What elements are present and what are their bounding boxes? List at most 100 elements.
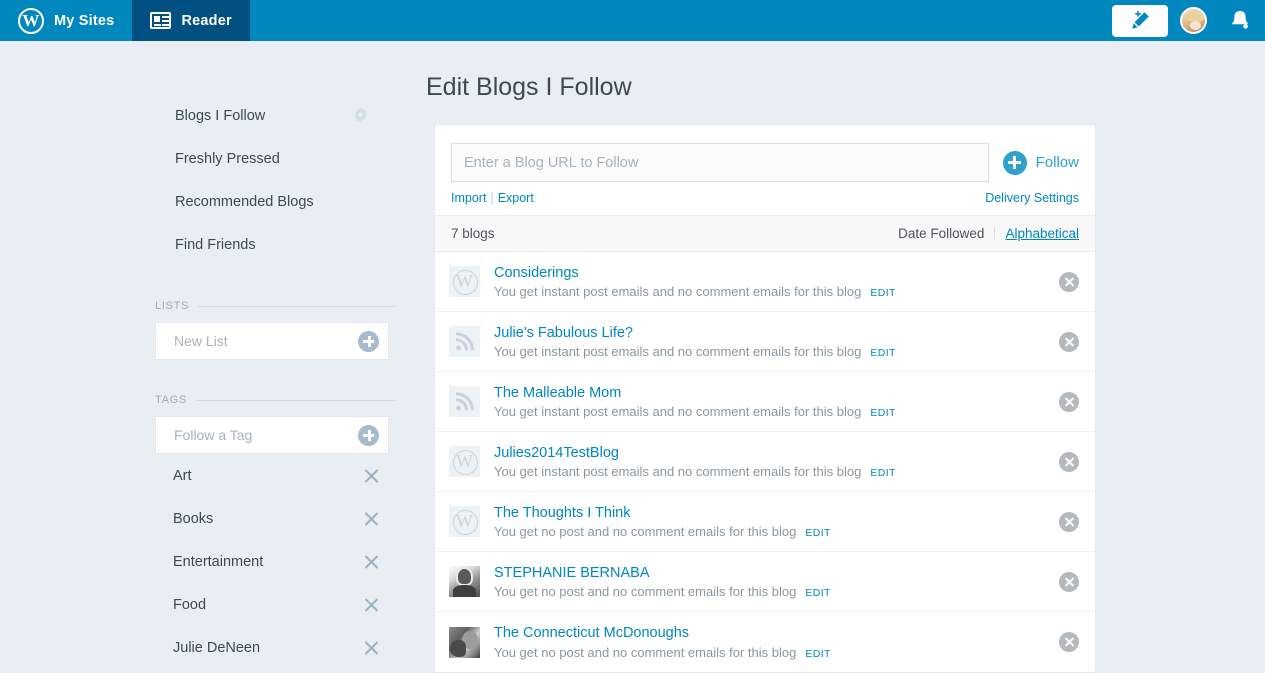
sidebar-item-label: Blogs I Follow <box>175 107 266 124</box>
pencil-plus-icon <box>1128 9 1152 33</box>
edit-link[interactable]: EDIT <box>805 648 831 660</box>
masterbar-item-my-sites[interactable]: My Sites <box>0 0 132 41</box>
sort-options: Date Followed Alphabetical <box>898 226 1079 241</box>
add-list-button[interactable] <box>358 330 379 352</box>
close-circle-icon[interactable] <box>1059 331 1079 352</box>
blog-subline: You get no post and no comment emails fo… <box>494 584 1059 599</box>
blog-url-input[interactable] <box>451 143 989 182</box>
tag-label: Entertainment <box>173 553 264 570</box>
main-content: Edit Blogs I Follow Follow Import | Expo… <box>420 41 1120 673</box>
blogs-card: Follow Import | Export Delivery Settings… <box>434 124 1096 673</box>
follow-form: Follow Import | Export Delivery Settings <box>435 125 1095 215</box>
rss-feed-icon <box>449 326 480 357</box>
table-row: STEPHANIE BERNABA You get no post and no… <box>435 552 1095 612</box>
close-circle-icon[interactable] <box>1059 632 1079 652</box>
edit-link[interactable]: EDIT <box>805 527 831 539</box>
blog-name-link[interactable]: STEPHANIE BERNABA <box>494 564 1059 584</box>
sidebar-nav: Blogs I Follow Freshly Pressed Recommend… <box>155 94 395 266</box>
blog-description: You get no post and no comment emails fo… <box>494 644 797 660</box>
close-x-icon[interactable] <box>363 553 380 570</box>
sort-date-followed[interactable]: Date Followed <box>898 226 984 241</box>
close-circle-icon[interactable] <box>1059 511 1079 532</box>
list-item[interactable]: Books <box>155 497 389 540</box>
close-x-icon[interactable] <box>363 510 380 527</box>
lists-section-header: LISTS <box>155 300 395 312</box>
sort-bar: 7 blogs Date Followed Alphabetical <box>435 215 1095 252</box>
new-post-button[interactable] <box>1112 4 1168 37</box>
blog-list: Considerings You get instant post emails… <box>435 252 1095 672</box>
import-export-links: Import | Export <box>451 191 534 205</box>
blog-name-link[interactable]: The Connecticut McDonoughs <box>494 624 1059 644</box>
sidebar-item-recommended-blogs[interactable]: Recommended Blogs <box>155 180 395 223</box>
follow-tag-field[interactable]: Follow a Tag <box>155 416 389 454</box>
follow-tag-placeholder: Follow a Tag <box>174 427 253 443</box>
follow-input-row: Follow <box>451 143 1079 182</box>
blog-info: The Malleable Mom You get instant post e… <box>494 384 1059 420</box>
blog-name-link[interactable]: The Malleable Mom <box>494 384 1059 404</box>
close-circle-icon[interactable] <box>1059 391 1079 412</box>
close-circle-icon[interactable] <box>1059 571 1079 592</box>
edit-link[interactable]: EDIT <box>870 467 896 479</box>
new-list-field[interactable]: New List <box>155 322 389 360</box>
edit-link[interactable]: EDIT <box>870 407 896 419</box>
sidebar-item-freshly-pressed[interactable]: Freshly Pressed <box>155 137 395 180</box>
rss-feed-icon <box>449 386 480 417</box>
sidebar-item-find-friends[interactable]: Find Friends <box>155 223 395 266</box>
blog-description: You get instant post emails and no comme… <box>494 404 862 420</box>
masterbar: My Sites Reader <box>0 0 1265 41</box>
gear-icon[interactable] <box>352 107 369 124</box>
page-body: Blogs I Follow Freshly Pressed Recommend… <box>0 41 1265 673</box>
close-x-icon[interactable] <box>363 467 380 484</box>
list-item[interactable]: Food <box>155 583 389 626</box>
blog-name-link[interactable]: Julie's Fabulous Life? <box>494 324 1059 344</box>
blog-name-link[interactable]: Julies2014TestBlog <box>494 444 1059 464</box>
masterbar-item-reader[interactable]: Reader <box>132 0 250 41</box>
import-link[interactable]: Import <box>451 191 486 205</box>
export-link[interactable]: Export <box>498 191 534 205</box>
list-item[interactable]: Entertainment <box>155 540 389 583</box>
blog-info: Julies2014TestBlog You get instant post … <box>494 444 1059 480</box>
add-tag-button[interactable] <box>358 424 379 446</box>
blog-name-link[interactable]: The Thoughts I Think <box>494 504 1059 524</box>
list-item[interactable]: Art <box>155 454 389 497</box>
tag-list: Art Books Entertainment Food Julie DeNee… <box>155 454 420 669</box>
list-item[interactable]: Julie DeNeen <box>155 626 389 669</box>
close-x-icon[interactable] <box>363 596 380 613</box>
bell-icon[interactable] <box>1229 9 1251 33</box>
sort-alphabetical[interactable]: Alphabetical <box>1005 226 1079 241</box>
delivery-settings-link[interactable]: Delivery Settings <box>985 191 1079 205</box>
blog-name-link[interactable]: Considerings <box>494 264 1059 284</box>
sidebar-item-label: Recommended Blogs <box>175 193 314 210</box>
blog-description: You get instant post emails and no comme… <box>494 464 862 480</box>
divider <box>198 305 395 307</box>
sidebar-item-label: Find Friends <box>175 236 256 253</box>
masterbar-item-label: My Sites <box>54 12 115 29</box>
blog-description: You get instant post emails and no comme… <box>494 284 862 300</box>
masterbar-item-label: Reader <box>181 12 232 29</box>
wordpress-logo-icon <box>449 446 480 477</box>
table-row: The Thoughts I Think You get no post and… <box>435 492 1095 552</box>
edit-link[interactable]: EDIT <box>805 587 831 599</box>
follow-button[interactable]: Follow <box>1002 150 1079 175</box>
divider <box>195 399 395 401</box>
blog-info: The Thoughts I Think You get no post and… <box>494 504 1059 540</box>
close-circle-icon[interactable] <box>1059 451 1079 472</box>
avatar[interactable] <box>1180 7 1207 34</box>
tag-label: Julie DeNeen <box>173 639 261 656</box>
wordpress-logo-icon <box>449 506 480 537</box>
reader-newspaper-icon <box>150 12 172 29</box>
table-row: Considerings You get instant post emails… <box>435 252 1095 312</box>
blog-description: You get instant post emails and no comme… <box>494 344 862 360</box>
edit-link[interactable]: EDIT <box>870 287 896 299</box>
close-x-icon[interactable] <box>363 639 380 656</box>
edit-link[interactable]: EDIT <box>870 347 896 359</box>
tags-section-title: TAGS <box>155 394 187 406</box>
sidebar-item-blogs-i-follow[interactable]: Blogs I Follow <box>155 94 395 137</box>
new-list-placeholder: New List <box>174 333 228 349</box>
divider <box>994 227 996 240</box>
close-circle-icon[interactable] <box>1059 271 1079 292</box>
blog-subline: You get no post and no comment emails fo… <box>494 645 1059 660</box>
follow-links-row: Import | Export Delivery Settings <box>451 182 1079 207</box>
sidebar-item-label: Freshly Pressed <box>175 150 280 167</box>
follow-button-label: Follow <box>1035 154 1079 171</box>
